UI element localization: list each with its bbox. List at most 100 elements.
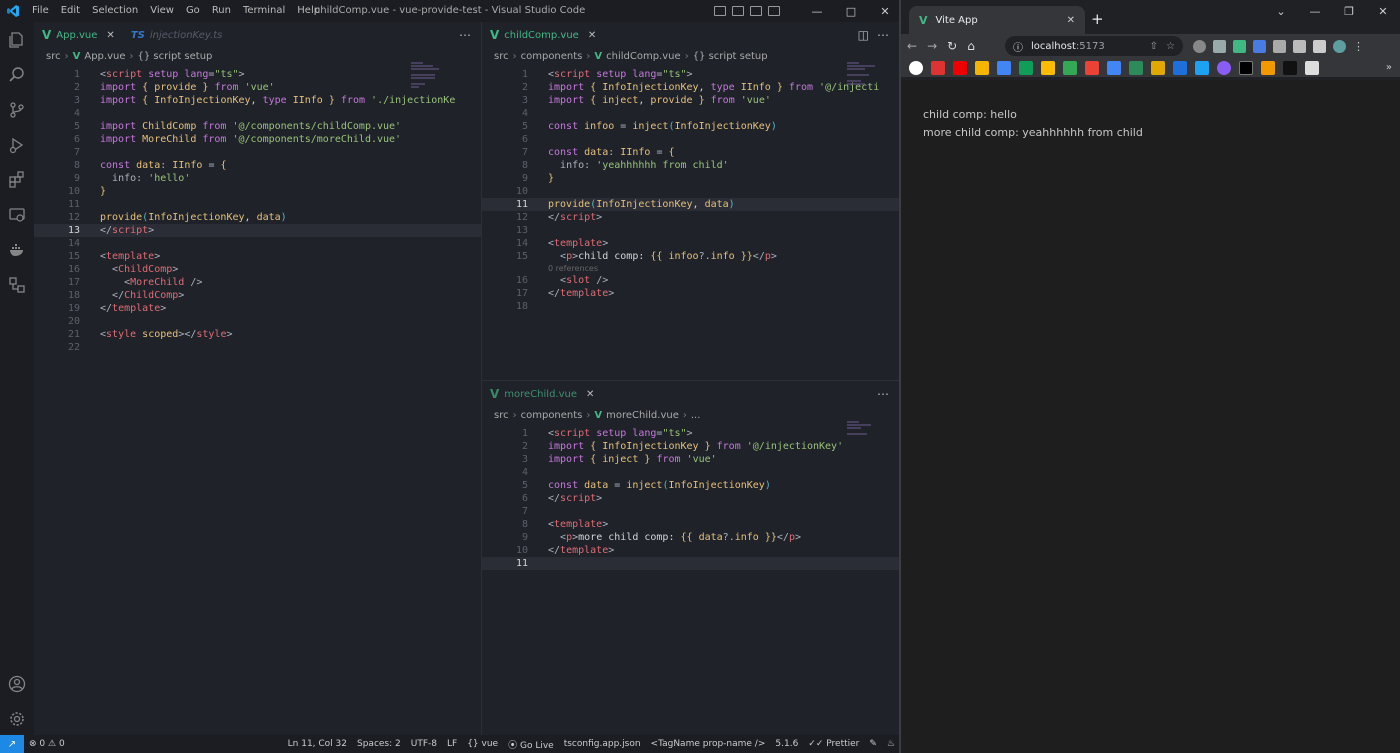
go-live[interactable]: ⦿ Go Live — [503, 738, 559, 751]
tab-search-chevron-down-icon[interactable]: ⌄ — [1264, 0, 1298, 22]
source-control-icon[interactable] — [0, 92, 34, 127]
tagname-style[interactable]: <TagName prop-name /> — [646, 739, 771, 749]
extensions-icon[interactable] — [0, 162, 34, 197]
profile-avatar[interactable] — [1333, 39, 1346, 53]
code-editor[interactable]: 1 <script setup lang="ts"> 2 import { prov… — [34, 68, 481, 354]
bookmark-star-icon[interactable]: ☆ — [1166, 41, 1175, 52]
close-tab-icon[interactable]: ✕ — [586, 389, 594, 400]
close-tab-icon[interactable]: ✕ — [106, 30, 114, 41]
extensions-puzzle-icon[interactable] — [1273, 39, 1286, 53]
reading-list-icon[interactable] — [1293, 39, 1306, 53]
breadcrumb-item[interactable]: childComp.vue — [606, 51, 681, 62]
bookmark-messenger-icon[interactable] — [1217, 60, 1231, 75]
docker-icon[interactable] — [0, 232, 34, 267]
breadcrumb-item[interactable]: ... — [691, 410, 701, 421]
bookmark-sheets-icon[interactable] — [1019, 60, 1033, 75]
minimap[interactable] — [847, 421, 887, 461]
bookmarks-overflow-icon[interactable]: » — [1386, 62, 1392, 73]
bookmark-youtube-icon[interactable] — [953, 60, 967, 75]
extension-icon-2[interactable] — [1213, 39, 1226, 53]
breadcrumb-item[interactable]: App.vue — [84, 51, 125, 62]
address-bar[interactable]: ⓘ localhost:5173 ⇧ ☆ — [1005, 36, 1183, 56]
menu-run[interactable]: Run — [206, 0, 237, 22]
search-icon[interactable] — [0, 57, 34, 92]
extension-icon-4[interactable] — [1253, 39, 1266, 53]
bookmark-icon-4[interactable] — [975, 60, 989, 75]
share-icon[interactable]: ⇧ — [1150, 41, 1158, 52]
new-tab-icon[interactable]: + — [1091, 10, 1104, 28]
forward-icon[interactable]: → — [927, 39, 937, 53]
feedback-icon[interactable]: ✎ — [864, 739, 882, 749]
extension-vue-devtools-icon[interactable] — [1233, 39, 1246, 53]
menu-selection[interactable]: Selection — [86, 0, 144, 22]
bookmark-amazon-icon[interactable] — [1305, 60, 1319, 75]
bookmark-maps-icon[interactable] — [1063, 60, 1077, 75]
ts-version[interactable]: 5.1.6 — [770, 739, 803, 749]
menu-file[interactable]: File — [26, 0, 55, 22]
remote-explorer-icon[interactable] — [0, 197, 34, 232]
bookmark-icon-2[interactable] — [931, 60, 945, 75]
language-mode[interactable]: {} vue — [462, 739, 503, 749]
outline-icon[interactable] — [0, 267, 34, 302]
extension-icon-1[interactable] — [1193, 39, 1206, 53]
breadcrumb-item[interactable]: src — [494, 410, 509, 421]
tsconfig[interactable]: tsconfig.app.json — [559, 739, 646, 749]
bookmark-icon-11[interactable] — [1129, 60, 1143, 75]
bookmark-twitter-icon[interactable] — [1195, 60, 1209, 75]
close-tab-icon[interactable]: ✕ — [588, 30, 596, 41]
cursor-position[interactable]: Ln 11, Col 32 — [283, 739, 352, 749]
run-debug-icon[interactable] — [0, 127, 34, 162]
breadcrumb-item[interactable]: src — [494, 51, 509, 62]
menu-edit[interactable]: Edit — [55, 0, 86, 22]
breadcrumb-item[interactable]: components — [521, 410, 583, 421]
menu-view[interactable]: View — [144, 0, 180, 22]
indentation[interactable]: Spaces: 2 — [352, 739, 406, 749]
back-icon[interactable]: ← — [907, 39, 917, 53]
encoding[interactable]: UTF-8 — [406, 739, 442, 749]
minimap[interactable] — [847, 62, 887, 102]
end-of-line[interactable]: LF — [442, 739, 462, 749]
menu-terminal[interactable]: Terminal — [237, 0, 291, 22]
minimize-icon[interactable]: — — [1298, 0, 1332, 22]
maximize-icon[interactable]: □ — [836, 0, 866, 22]
menu-help[interactable]: Help — [291, 0, 326, 22]
account-icon[interactable] — [0, 666, 34, 701]
breadcrumb-item[interactable]: components — [521, 51, 583, 62]
menu-go[interactable]: Go — [180, 0, 206, 22]
site-info-icon[interactable]: ⓘ — [1013, 39, 1023, 54]
breadcrumb-item[interactable]: src — [46, 51, 61, 62]
tab-childcomp-vue[interactable]: V childComp.vue ✕ — [482, 22, 604, 48]
close-icon[interactable]: ✕ — [1366, 0, 1400, 22]
close-tab-icon[interactable]: ✕ — [1067, 15, 1075, 26]
customize-layout-icon[interactable] — [768, 6, 780, 16]
toggle-secondary-sidebar-icon[interactable] — [750, 6, 762, 16]
tab-injectionkey-ts[interactable]: TS injectionKey.ts — [123, 22, 231, 48]
remote-indicator-icon[interactable]: ↗ — [0, 735, 24, 753]
toggle-panel-icon[interactable] — [732, 6, 744, 16]
codelens-references[interactable]: 0 references — [482, 263, 899, 274]
breadcrumb-item[interactable]: {} script setup — [693, 51, 768, 62]
close-icon[interactable]: ✕ — [870, 0, 900, 22]
code-editor[interactable]: 1 <script setup lang="ts"> 2 import { Info… — [482, 68, 899, 313]
bookmark-icon-12[interactable] — [1151, 60, 1165, 75]
breadcrumb-item[interactable]: moreChild.vue — [606, 410, 679, 421]
tab-app-vue[interactable]: V App.vue ✕ — [34, 22, 123, 48]
bookmark-google-icon[interactable] — [909, 60, 923, 75]
more-actions-icon[interactable]: ⋯ — [877, 28, 889, 42]
notifications-bell-icon[interactable]: ♨ — [882, 739, 900, 749]
minimap[interactable] — [411, 62, 451, 102]
home-icon[interactable]: ⌂ — [967, 39, 975, 53]
more-actions-icon[interactable]: ⋯ — [877, 387, 889, 401]
bookmark-icon-13[interactable] — [1173, 60, 1187, 75]
restore-icon[interactable]: ❐ — [1332, 0, 1366, 22]
more-actions-icon[interactable]: ⋯ — [459, 28, 471, 42]
bookmark-drive-icon[interactable] — [1041, 60, 1055, 75]
minimize-icon[interactable]: — — [802, 0, 832, 22]
settings-gear-icon[interactable] — [0, 701, 34, 736]
toggle-sidebar-icon[interactable] — [714, 6, 726, 16]
reload-icon[interactable]: ↻ — [947, 39, 957, 53]
tab-morechild-vue[interactable]: V moreChild.vue ✕ — [482, 381, 602, 407]
problems-indicator[interactable]: ⊗ 0 ⚠ 0 — [24, 739, 70, 749]
chrome-menu-icon[interactable]: ⋮ — [1353, 40, 1366, 53]
side-panel-icon[interactable] — [1313, 39, 1326, 53]
